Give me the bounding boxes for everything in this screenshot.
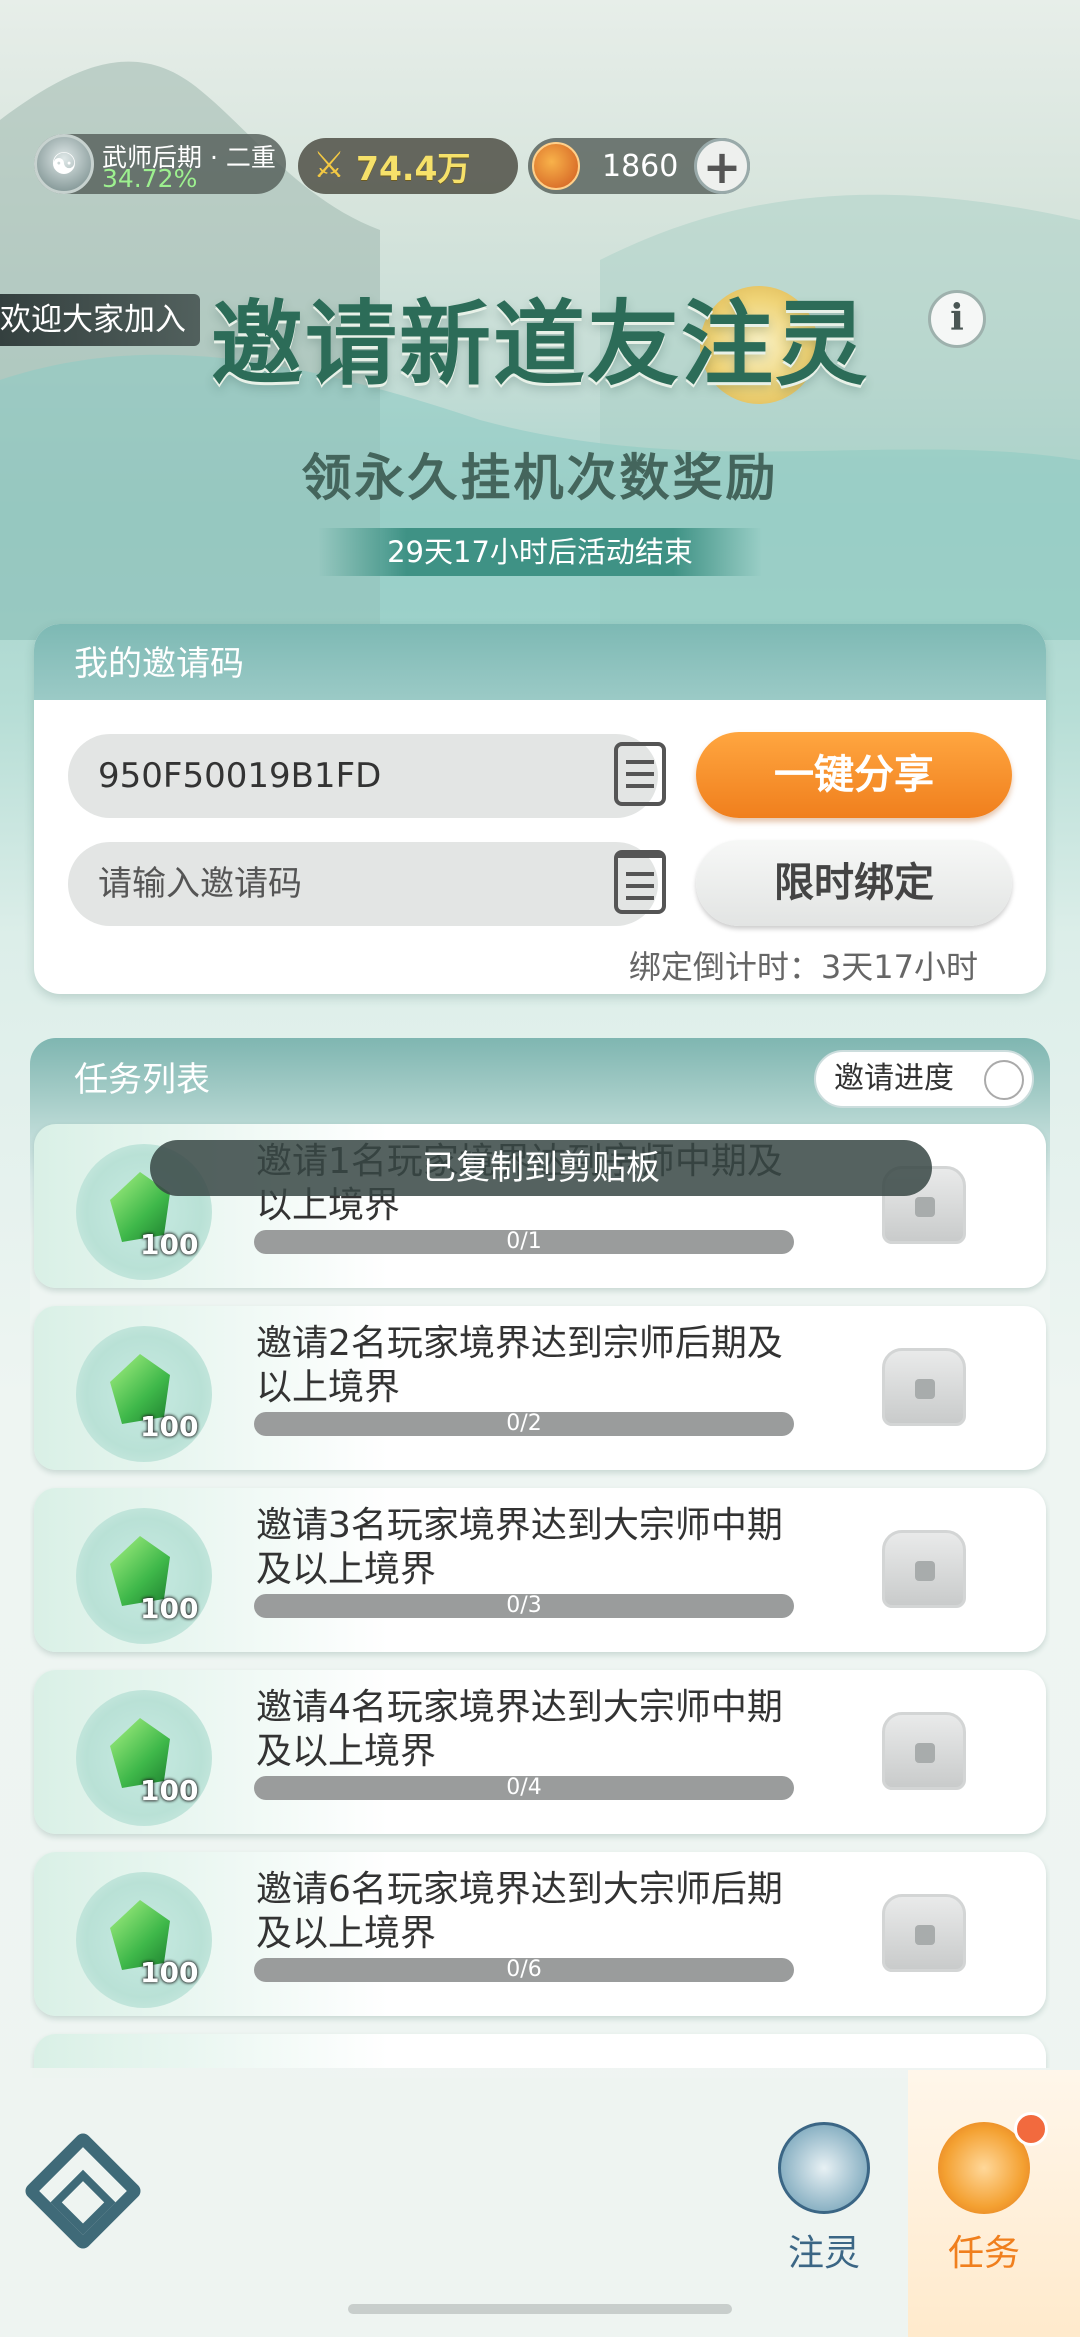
tab-label: 注灵 [787, 2233, 860, 2274]
bind-button[interactable]: 限时绑定 [696, 840, 1012, 926]
copy-icon[interactable] [614, 742, 666, 806]
my-invite-code: 950F50019B1FD [98, 756, 382, 796]
task-description: 邀请2名玩家境界达到宗师后期及以上境界 [256, 1323, 783, 1408]
reward-count: 100 [140, 1956, 199, 1989]
treasure-chest-icon[interactable] [882, 1712, 966, 1790]
task-item: 100 邀请3名玩家境界达到大宗师中期及以上境界 0/3 [34, 1488, 1046, 1652]
task-progress-bar: 0/6 [254, 1958, 794, 1982]
treasure-chest-icon[interactable] [882, 1348, 966, 1426]
add-currency-button[interactable]: + [694, 138, 750, 194]
treasure-chest-icon[interactable] [882, 1530, 966, 1608]
realm-badge[interactable]: ☯ 武师后期 · 二重 34.72% [34, 134, 286, 194]
task-item: 100 邀请4名玩家境界达到大宗师中期及以上境界 0/4 [34, 1670, 1046, 1834]
invite-code-input[interactable]: 请输入邀请码 [68, 842, 658, 926]
share-button[interactable]: 一键分享 [696, 732, 1012, 818]
currency-value: 1860 [602, 148, 679, 184]
task-list-header: 任务列表 [74, 1060, 210, 1100]
task-description: 邀请6名玩家境界达到大宗师后期及以上境界 [256, 1869, 783, 1954]
notification-badge [1014, 2112, 1048, 2146]
reward-count: 100 [140, 1410, 199, 1443]
event-subtitle: 领永久挂机次数奖励 [301, 449, 779, 507]
task-progress-bar: 0/1 [254, 1230, 794, 1254]
character-avatar: ☯ [34, 134, 94, 194]
task-progress-text: 0/3 [506, 1593, 542, 1618]
invite-progress-button[interactable]: 邀请进度 [814, 1050, 1034, 1108]
task-item: 100 邀请6名玩家境界达到大宗师后期及以上境界 0/6 [34, 1852, 1046, 2016]
spirit-coin-icon [532, 142, 580, 190]
invite-progress-label: 邀请进度 [834, 1061, 954, 1096]
leaf-spirit-icon [778, 2122, 870, 2214]
paste-icon[interactable] [614, 850, 666, 914]
task-progress-text: 0/2 [506, 1411, 542, 1436]
invite-code-card: 我的邀请码 950F50019B1FD 一键分享 请输入邀请码 限时绑定 绑定倒… [34, 624, 1046, 994]
event-timer: 29天17小时后活动结束 [318, 528, 762, 576]
my-invite-code-field: 950F50019B1FD [68, 734, 658, 818]
bind-countdown: 绑定倒计时：3天17小时 [628, 948, 978, 986]
event-title: 邀请新道友注灵 [210, 291, 869, 398]
home-indicator[interactable] [348, 2304, 732, 2314]
currency-display: 1860 + [528, 138, 750, 194]
task-progress-bar: 0/4 [254, 1776, 794, 1800]
user-add-icon [984, 1060, 1024, 1100]
realm-percent: 34.72% [102, 164, 198, 193]
task-progress-bar: 0/2 [254, 1412, 794, 1436]
combat-power: ⚔ 74.4万 [298, 138, 518, 194]
task-progress-text: 0/6 [506, 1957, 542, 1982]
task-item: 100 邀请2名玩家境界达到宗师后期及以上境界 0/2 [34, 1306, 1046, 1470]
tab-label: 任务 [947, 2233, 1020, 2274]
reward-count: 100 [140, 1228, 199, 1261]
task-progress-text: 0/1 [506, 1229, 542, 1254]
task-description: 邀请3名玩家境界达到大宗师中期及以上境界 [256, 1505, 783, 1590]
tab-zhuling[interactable]: 注灵 [754, 2122, 894, 2276]
task-progress-bar: 0/3 [254, 1594, 794, 1618]
task-progress-text: 0/4 [506, 1775, 542, 1800]
invite-card-header: 我的邀请码 [34, 624, 1046, 700]
info-icon[interactable]: i [928, 290, 986, 348]
treasure-chest-icon[interactable] [882, 1894, 966, 1972]
reward-count: 100 [140, 1592, 199, 1625]
crossed-swords-icon: ⚔ [312, 145, 346, 186]
reward-count: 100 [140, 1774, 199, 1807]
power-value: 74.4万 [356, 149, 471, 188]
copied-toast: 已复制到剪贴板 [150, 1140, 932, 1196]
task-description: 邀请4名玩家境界达到大宗师中期及以上境界 [256, 1687, 783, 1772]
